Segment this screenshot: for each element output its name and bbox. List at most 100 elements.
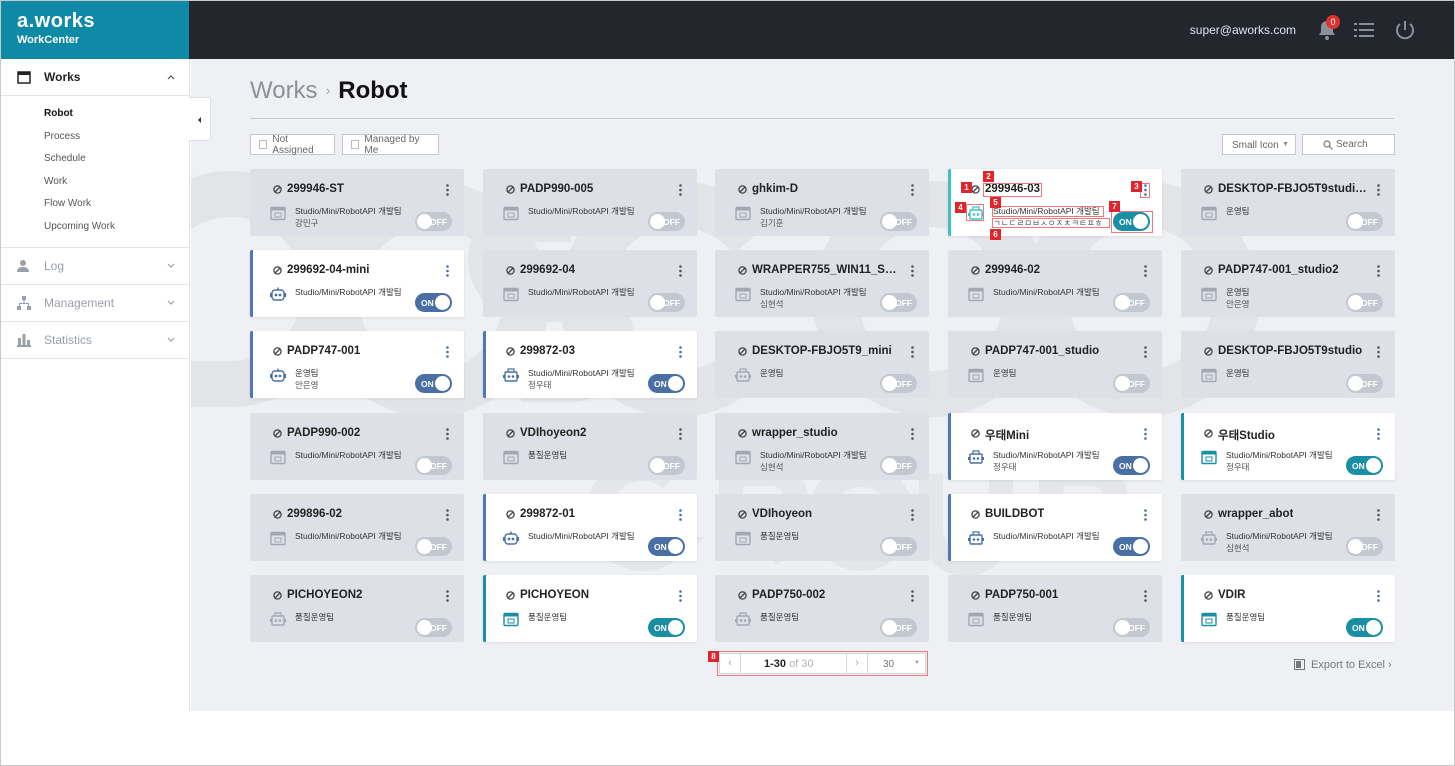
robot-card[interactable]: PADP747-001_studio2 운영팀 안은영 OFF	[1181, 250, 1395, 317]
robot-name[interactable]: 299692-04-mini	[287, 264, 369, 276]
robot-name[interactable]: wrapper_studio	[752, 427, 838, 439]
robot-toggle[interactable]: OFF	[880, 618, 917, 637]
robot-name[interactable]: PICHOYEON	[520, 589, 589, 601]
kebab-menu-icon[interactable]	[1377, 346, 1380, 358]
robot-toggle[interactable]: ON	[415, 293, 452, 312]
robot-toggle[interactable]: ON	[1113, 537, 1150, 556]
robot-name[interactable]: DESKTOP-FBJO5T9studio	[1218, 345, 1362, 357]
robot-toggle[interactable]: OFF	[880, 212, 917, 231]
robot-name[interactable]: 우태Mini	[985, 427, 1029, 443]
not-assigned-filter[interactable]: Not Assigned	[250, 134, 335, 156]
robot-card[interactable]: 299692-04-mini Studio/Mini/RobotAPI 개발팀 ON	[250, 250, 464, 317]
kebab-menu-icon[interactable]	[1144, 509, 1147, 521]
robot-card[interactable]: ghkim-D Studio/Mini/RobotAPI 개발팀 김기훈 OFF	[715, 169, 929, 236]
robot-name[interactable]: PADP747-001_studio	[985, 345, 1099, 357]
robot-toggle[interactable]: OFF	[648, 293, 685, 312]
robot-name[interactable]: 299896-02	[287, 508, 342, 520]
kebab-menu-icon[interactable]	[1377, 509, 1380, 521]
kebab-menu-icon[interactable]	[1144, 428, 1147, 440]
sidebar-section-management[interactable]: Management	[1, 285, 189, 322]
robot-toggle[interactable]: OFF	[1113, 293, 1150, 312]
kebab-menu-icon[interactable]	[911, 346, 914, 358]
kebab-menu-icon[interactable]	[679, 184, 682, 196]
kebab-menu-icon[interactable]	[679, 346, 682, 358]
kebab-menu-icon[interactable]	[446, 184, 449, 196]
robot-card[interactable]: PADP750-002 품질운영팀 OFF	[715, 575, 929, 642]
robot-name[interactable]: 299872-03	[520, 345, 575, 357]
robot-name[interactable]: PICHOYEON2	[287, 589, 362, 601]
robot-name[interactable]: BUILDBOT	[985, 508, 1044, 520]
robot-name[interactable]: wrapper_abot	[1218, 508, 1293, 520]
robot-card[interactable]: 우태Studio Studio/Mini/RobotAPI 개발팀 정우태 ON	[1181, 413, 1395, 480]
kebab-menu-icon[interactable]	[679, 265, 682, 277]
kebab-menu-icon[interactable]	[679, 509, 682, 521]
kebab-menu-icon[interactable]	[1144, 590, 1147, 602]
robot-toggle[interactable]: ON	[648, 537, 685, 556]
brand-logo[interactable]: a.works WorkCenter	[1, 1, 189, 59]
robot-card[interactable]: 299946-02 Studio/Mini/RobotAPI 개발팀 OFF	[948, 250, 1162, 317]
robot-toggle[interactable]: ON	[415, 374, 452, 393]
robot-card[interactable]: PADP990-005 Studio/Mini/RobotAPI 개발팀 OFF	[483, 169, 697, 236]
checkbox[interactable]	[259, 140, 268, 149]
robot-card[interactable]: 299872-01 Studio/Mini/RobotAPI 개발팀 ON	[483, 494, 697, 561]
robot-card[interactable]: PICHOYEON2 품질운영팀 OFF	[250, 575, 464, 642]
robot-card[interactable]: 299872-03 Studio/Mini/RobotAPI 개발팀 정우태 ON	[483, 331, 697, 398]
breadcrumb-parent[interactable]: Works	[250, 77, 318, 104]
kebab-menu-icon[interactable]	[911, 428, 914, 440]
kebab-menu-icon[interactable]	[1377, 590, 1380, 602]
sidebar-item-process[interactable]: Process	[44, 126, 189, 149]
robot-toggle[interactable]: OFF	[1346, 537, 1383, 556]
robot-card[interactable]: 299946-ST Studio/Mini/RobotAPI 개발팀 강민구 OFF	[250, 169, 464, 236]
robot-name[interactable]: PADP750-001	[985, 589, 1058, 601]
sidebar-item-robot[interactable]: Robot	[44, 103, 189, 126]
robot-card[interactable]: PADP747-001_studio 운영팀 OFF	[948, 331, 1162, 398]
robot-card[interactable]: wrapper_abot Studio/Mini/RobotAPI 개발팀 심현석 O…	[1181, 494, 1395, 561]
kebab-menu-icon[interactable]	[446, 428, 449, 440]
robot-name[interactable]: DESKTOP-FBJO5T9_mini	[752, 345, 892, 357]
search-button[interactable]: Search	[1302, 134, 1395, 155]
robot-toggle[interactable]: ON	[1346, 618, 1383, 637]
user-email[interactable]: super@aworks.com	[1190, 23, 1296, 37]
kebab-menu-icon[interactable]	[1144, 265, 1147, 277]
robot-card[interactable]: 우태Mini Studio/Mini/RobotAPI 개발팀 정우태 ON	[948, 413, 1162, 480]
robot-name[interactable]: 299692-04	[520, 264, 575, 276]
sidebar-item-upcoming-work[interactable]: Upcoming Work	[44, 216, 189, 239]
robot-card[interactable]: VDIR 품질운영팀 ON	[1181, 575, 1395, 642]
robot-toggle[interactable]: ON	[648, 618, 685, 637]
robot-card[interactable]: PADP750-001 품질운영팀 OFF	[948, 575, 1162, 642]
sidebar-item-work[interactable]: Work	[44, 171, 189, 194]
robot-card[interactable]: 299692-04 Studio/Mini/RobotAPI 개발팀 OFF	[483, 250, 697, 317]
power-icon[interactable]	[1394, 19, 1416, 41]
kebab-menu-icon[interactable]	[679, 428, 682, 440]
kebab-menu-icon[interactable]	[446, 590, 449, 602]
robot-name[interactable]: VDIhoyeon2	[520, 427, 586, 439]
kebab-menu-icon[interactable]	[1377, 428, 1380, 440]
robot-name[interactable]: WRAPPER755_WIN11_STUDIO	[752, 264, 902, 276]
robot-toggle[interactable]: OFF	[648, 456, 685, 475]
robot-card[interactable]: VDIhoyeon2 품질운영팀 OFF	[483, 413, 697, 480]
managed-by-me-filter[interactable]: Managed by Me	[342, 134, 439, 156]
robot-toggle[interactable]: OFF	[415, 537, 452, 556]
robot-card[interactable]: WRAPPER755_WIN11_STUDIO Studio/Mini/Robot…	[715, 250, 929, 317]
robot-toggle[interactable]: OFF	[1346, 374, 1383, 393]
sidebar-section-works[interactable]: Works	[1, 59, 189, 96]
sidebar-section-log[interactable]: Log	[1, 248, 189, 285]
robot-card[interactable]: VDIhoyeon 품질운영팀 OFF	[715, 494, 929, 561]
robot-card[interactable]: DESKTOP-FBJO5T9studio 운영팀 OFF	[1181, 331, 1395, 398]
robot-name[interactable]: PADP990-002	[287, 427, 360, 439]
robot-toggle[interactable]: ON	[1346, 456, 1383, 475]
robot-card[interactable]: PADP990-002 Studio/Mini/RobotAPI 개발팀 OFF	[250, 413, 464, 480]
robot-name[interactable]: PADP990-005	[520, 183, 593, 195]
view-mode-select[interactable]: Small Icon ▼	[1222, 134, 1296, 155]
robot-toggle[interactable]: ON	[648, 374, 685, 393]
robot-card[interactable]: PICHOYEON 품질운영팀 ON	[483, 575, 697, 642]
kebab-menu-icon[interactable]	[446, 265, 449, 277]
robot-toggle[interactable]: OFF	[880, 293, 917, 312]
kebab-menu-icon[interactable]	[446, 509, 449, 521]
kebab-menu-icon[interactable]	[446, 346, 449, 358]
robot-name[interactable]: PADP747-001_studio2	[1218, 264, 1339, 276]
kebab-menu-icon[interactable]	[1144, 346, 1147, 358]
robot-toggle[interactable]: OFF	[1346, 212, 1383, 231]
robot-name[interactable]: 299946-ST	[287, 183, 344, 195]
robot-name[interactable]: ghkim-D	[752, 183, 798, 195]
